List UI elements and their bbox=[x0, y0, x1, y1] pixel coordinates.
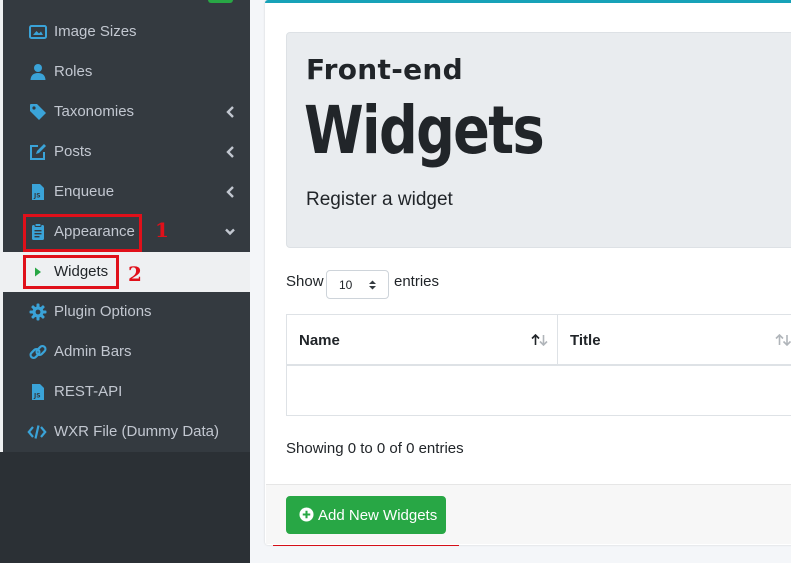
table-header-divider bbox=[286, 364, 791, 366]
sidebar-item-label: Roles bbox=[54, 63, 93, 80]
sidebar-item-label: Taxonomies bbox=[54, 103, 135, 120]
column-header-title[interactable]: Title bbox=[570, 332, 601, 349]
column-header-name[interactable]: Name bbox=[299, 332, 340, 349]
annotation-box-appearance bbox=[23, 214, 142, 252]
plus-circle-icon bbox=[299, 507, 314, 522]
add-button-label: Add New Widgets bbox=[318, 507, 438, 524]
sidebar-item-taxonomies[interactable]: Taxonomies bbox=[0, 92, 250, 132]
annotation-number: 1 bbox=[155, 218, 169, 242]
add-new-widgets-button[interactable]: Add New Widgets bbox=[286, 496, 446, 534]
sidebar-item-label: Image Sizes bbox=[54, 23, 137, 40]
status-badge bbox=[208, 0, 233, 3]
js-file-icon: JS bbox=[32, 184, 44, 200]
edit-icon bbox=[30, 144, 46, 160]
svg-text:JS: JS bbox=[33, 393, 41, 400]
table-info: Showing 0 to 0 of 0 entries bbox=[286, 440, 464, 457]
show-label: Show bbox=[286, 273, 324, 290]
user-icon bbox=[30, 64, 46, 80]
sidebar-item-label: Posts bbox=[54, 143, 92, 160]
js-file-icon: JS bbox=[32, 384, 44, 400]
link-icon bbox=[29, 344, 47, 360]
sidebar-item-rest-api[interactable]: JS REST-API bbox=[0, 372, 250, 412]
sort-arrows-icon bbox=[369, 280, 376, 290]
sidebar-item-label: WXR File (Dummy Data) bbox=[54, 423, 220, 440]
annotation-box-widgets bbox=[23, 255, 119, 289]
sidebar-item-roles[interactable]: Roles bbox=[0, 52, 250, 92]
sidebar-item-label: REST-API bbox=[54, 383, 123, 400]
svg-text:JS: JS bbox=[33, 193, 41, 200]
chevron-down-icon bbox=[225, 228, 235, 236]
page-size-value: 10 bbox=[339, 278, 353, 292]
page-lead-text: Register a widget bbox=[306, 189, 453, 210]
page-size-select[interactable]: 10 bbox=[326, 270, 389, 299]
gear-icon bbox=[29, 303, 47, 321]
page-title: Widgets bbox=[304, 92, 545, 169]
sort-ascending-icon[interactable] bbox=[531, 334, 549, 346]
page-subtitle: Front-end bbox=[306, 53, 463, 86]
sidebar-item-wxr-file[interactable]: WXR File (Dummy Data) bbox=[0, 412, 250, 452]
entries-label: entries bbox=[394, 273, 440, 290]
sidebar-item-admin-bars[interactable]: Admin Bars bbox=[0, 332, 250, 372]
chevron-left-icon bbox=[226, 106, 234, 118]
sidebar-item-enqueue[interactable]: JS Enqueue bbox=[0, 172, 250, 212]
tag-icon bbox=[30, 104, 46, 120]
column-divider bbox=[557, 315, 558, 365]
chevron-left-icon bbox=[226, 186, 234, 198]
annotation-number: 2 bbox=[128, 262, 142, 286]
chevron-left-icon bbox=[226, 146, 234, 158]
sidebar-item-label: Plugin Options bbox=[54, 303, 152, 320]
sidebar-item-label: Enqueue bbox=[54, 183, 115, 200]
sidebar-item-image-sizes[interactable]: Image Sizes bbox=[0, 12, 250, 52]
sidebar-item-posts[interactable]: Posts bbox=[0, 132, 250, 172]
sidebar-item-label: Admin Bars bbox=[54, 343, 132, 360]
sidebar-footer-area bbox=[0, 452, 250, 563]
sort-icon[interactable] bbox=[775, 334, 791, 346]
image-icon bbox=[29, 25, 47, 39]
code-icon bbox=[27, 425, 47, 439]
sidebar-item-plugin-options[interactable]: Plugin Options bbox=[0, 292, 250, 332]
